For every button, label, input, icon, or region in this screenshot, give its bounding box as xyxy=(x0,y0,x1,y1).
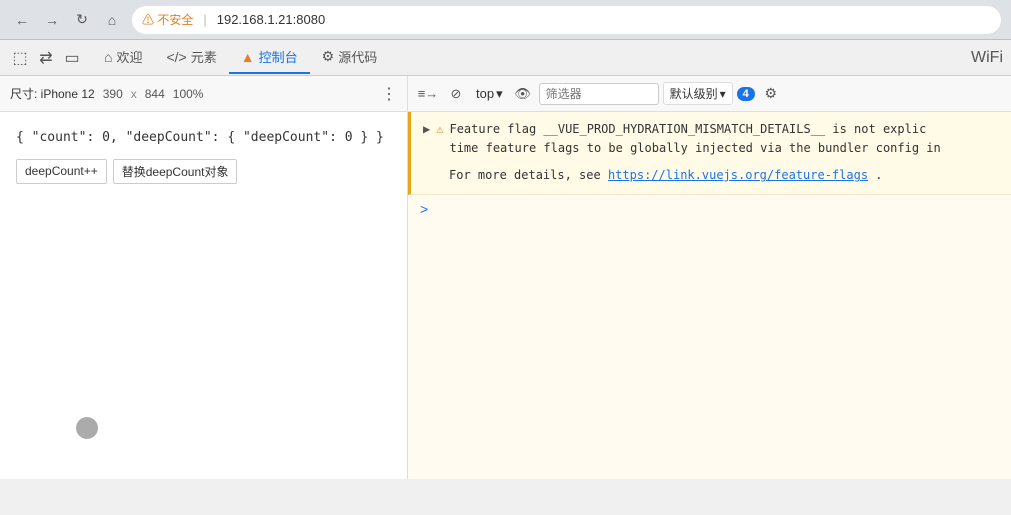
eye-button[interactable]: 👁 xyxy=(511,82,535,106)
browser-chrome: ← → ↻ ⌂ ⚠ 不安全 | 192.168.1.21:8080 xyxy=(0,0,1011,40)
inspect-element-button[interactable]: ⬚ xyxy=(8,46,32,70)
device-width: 390 xyxy=(103,87,123,101)
devtools-tabs: ⬚ ⇄ ▭ ⌂ 欢迎 </> 元素 ▲ 控制台 ⚙ 源代码 WiFi xyxy=(0,40,1011,76)
warning-text: Feature flag __VUE_PROD_HYDRATION_MISMAT… xyxy=(449,120,940,158)
tab-welcome[interactable]: ⌂ 欢迎 xyxy=(92,41,154,74)
content-area: 尺寸: iPhone 12 390 x 844 100% ⋮ { "count"… xyxy=(0,76,1011,479)
console-icon: ▲ xyxy=(241,49,255,65)
tabs-right: WiFi xyxy=(971,49,1003,67)
prompt-icon: > xyxy=(420,201,428,217)
forward-button[interactable]: → xyxy=(40,8,64,32)
tab-welcome-label: 欢迎 xyxy=(116,47,142,66)
nav-buttons: ← → ↻ ⌂ xyxy=(10,8,124,32)
separator: | xyxy=(203,12,206,27)
scroll-indicator xyxy=(76,417,98,439)
device-zoom: 100% xyxy=(173,87,204,101)
device-name: 尺寸: iPhone 12 xyxy=(10,85,95,102)
settings-button[interactable]: ⚙ xyxy=(759,82,783,106)
device-toolbar: 尺寸: iPhone 12 390 x 844 100% ⋮ xyxy=(0,76,407,112)
button-row: deepCount++ 替换deepCount对象 xyxy=(16,159,391,184)
warning-line4: For more details, see xyxy=(449,168,608,182)
x-label: x xyxy=(131,87,137,101)
phone-content: { "count": 0, "deepCount": { "deepCount"… xyxy=(0,112,407,200)
console-toolbar: ≡→ ⊘ top ▾ 👁 默认级别 ▾ 4 ⚙ xyxy=(408,76,1011,112)
warning-message: ▶ ⚠ Feature flag __VUE_PROD_HYDRATION_MI… xyxy=(408,112,1011,195)
json-display: { "count": 0, "deepCount": { "deepCount"… xyxy=(16,128,391,149)
warning-link-suffix: . xyxy=(875,168,882,182)
error-badge: 4 xyxy=(737,87,755,101)
frame-selector[interactable]: top ▾ xyxy=(472,84,507,104)
level-label: 默认级别 xyxy=(670,85,718,102)
device-more-button[interactable]: ⋮ xyxy=(381,84,397,104)
tab-sources[interactable]: ⚙ 源代码 xyxy=(310,41,390,74)
back-button[interactable]: ← xyxy=(10,8,34,32)
replace-deepcount-button[interactable]: 替换deepCount对象 xyxy=(113,159,238,184)
expand-icon[interactable]: ▶ xyxy=(423,120,430,139)
device-toggle-button[interactable]: ⇄ xyxy=(34,46,58,70)
filter-input[interactable] xyxy=(539,83,659,105)
sidebar-toggle-button[interactable]: ≡→ xyxy=(416,82,440,106)
right-panel: ≡→ ⊘ top ▾ 👁 默认级别 ▾ 4 ⚙ ▶ ⚠ Featu xyxy=(408,76,1011,479)
sources-icon: ⚙ xyxy=(322,48,335,65)
layout-button[interactable]: ▭ xyxy=(60,46,84,70)
level-selector[interactable]: 默认级别 ▾ xyxy=(663,82,733,105)
clear-console-button[interactable]: ⊘ xyxy=(444,82,468,106)
tab-console[interactable]: ▲ 控制台 xyxy=(229,41,310,74)
tab-elements-label: 元素 xyxy=(191,47,217,66)
wifi-icon: WiFi xyxy=(971,49,1003,67)
tab-console-label: 控制台 xyxy=(259,47,298,66)
level-dropdown-icon: ▾ xyxy=(720,87,726,101)
device-height: 844 xyxy=(145,87,165,101)
console-prompt[interactable]: > xyxy=(408,195,1011,223)
address-bar[interactable]: ⚠ 不安全 | 192.168.1.21:8080 xyxy=(132,6,1001,34)
home-icon: ⌂ xyxy=(104,49,112,65)
reload-button[interactable]: ↻ xyxy=(70,8,94,32)
frame-top-label: top xyxy=(476,86,494,101)
warning-triangle: ⚠ xyxy=(436,120,443,139)
tab-elements[interactable]: </> 元素 xyxy=(154,41,228,74)
frame-dropdown-icon: ▾ xyxy=(496,86,503,102)
deepcount-increment-button[interactable]: deepCount++ xyxy=(16,159,107,184)
elements-icon: </> xyxy=(166,49,186,65)
warning-link[interactable]: https://link.vuejs.org/feature-flags xyxy=(608,168,868,182)
security-warning: ⚠ 不安全 xyxy=(142,11,193,28)
tab-sources-label: 源代码 xyxy=(338,47,377,66)
phone-panel: 尺寸: iPhone 12 390 x 844 100% ⋮ { "count"… xyxy=(0,76,408,479)
home-button[interactable]: ⌂ xyxy=(100,8,124,32)
url-text: 192.168.1.21:8080 xyxy=(217,12,325,27)
warning-detail: For more details, see https://link.vuejs… xyxy=(423,166,1003,185)
console-content: ▶ ⚠ Feature flag __VUE_PROD_HYDRATION_MI… xyxy=(408,112,1011,479)
